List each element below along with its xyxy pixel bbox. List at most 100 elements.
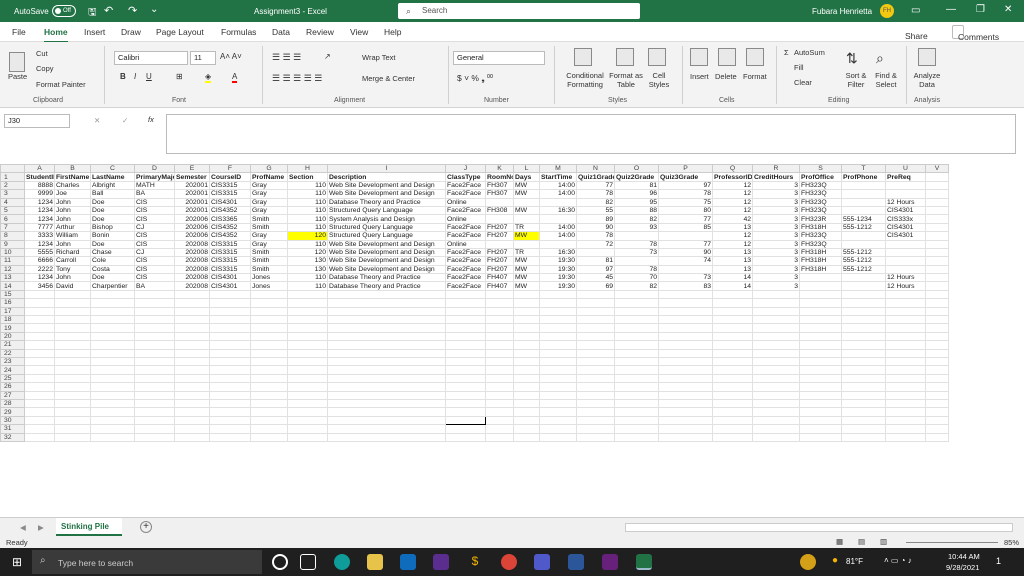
cell[interactable]	[614, 298, 659, 308]
cell[interactable]	[885, 415, 926, 426]
cell[interactable]	[287, 331, 328, 342]
cell[interactable]	[614, 331, 659, 342]
column-header[interactable]: G	[250, 164, 288, 174]
cell[interactable]	[614, 390, 659, 400]
cell[interactable]: 110	[287, 180, 328, 191]
cell[interactable]	[925, 415, 949, 426]
tab-file[interactable]: File	[12, 27, 26, 37]
cell[interactable]	[250, 356, 288, 367]
cell[interactable]	[658, 373, 713, 384]
cell[interactable]	[752, 398, 800, 409]
font-name-select[interactable]: Calibri	[114, 51, 188, 65]
cell[interactable]: 13	[712, 222, 753, 233]
cell[interactable]	[614, 306, 659, 317]
cell[interactable]	[841, 197, 886, 207]
cell[interactable]: 78	[576, 189, 615, 199]
taskbar-search-box[interactable]: ⌕ Type here to search	[32, 550, 262, 574]
cell[interactable]	[841, 281, 886, 291]
tab-data[interactable]: Data	[272, 27, 290, 37]
cell[interactable]: 8888	[24, 180, 55, 191]
row-header[interactable]: 15	[0, 289, 25, 300]
column-header[interactable]: D	[134, 164, 175, 174]
cell[interactable]	[485, 331, 514, 342]
cell[interactable]: John	[54, 205, 91, 216]
cell[interactable]	[134, 298, 175, 308]
cell[interactable]: CIS3315	[209, 189, 251, 199]
cell[interactable]	[925, 247, 949, 258]
row-header[interactable]: 32	[0, 432, 25, 442]
cell[interactable]: 13	[712, 256, 753, 266]
cell[interactable]: 3	[752, 197, 800, 207]
cell[interactable]	[209, 315, 251, 325]
cell[interactable]	[885, 340, 926, 350]
cell[interactable]	[513, 390, 540, 400]
cell[interactable]	[485, 365, 514, 375]
cell[interactable]: 3	[752, 264, 800, 275]
cell[interactable]: 120	[287, 231, 328, 241]
cell[interactable]	[485, 390, 514, 400]
cell[interactable]	[513, 331, 540, 342]
cell[interactable]: 12	[712, 180, 753, 191]
cell[interactable]	[539, 356, 577, 367]
cell[interactable]	[327, 340, 446, 350]
cell[interactable]	[250, 390, 288, 400]
cell[interactable]	[614, 415, 659, 426]
cell[interactable]	[658, 424, 713, 434]
cell[interactable]: 78	[576, 231, 615, 241]
cell[interactable]	[250, 432, 288, 442]
cell[interactable]: Face2Face	[445, 189, 486, 199]
cell[interactable]	[712, 331, 753, 342]
row-header[interactable]: 9	[0, 239, 25, 249]
cell[interactable]: CIS4352	[209, 222, 251, 233]
bold-button[interactable]: B	[120, 72, 126, 81]
cell[interactable]	[250, 306, 288, 317]
cell[interactable]	[134, 432, 175, 442]
row-header[interactable]: 17	[0, 306, 25, 317]
cell[interactable]	[885, 289, 926, 300]
cell[interactable]	[658, 323, 713, 333]
autosave-toggle[interactable]: Off	[52, 5, 76, 17]
save-icon[interactable]: 🖫	[88, 5, 97, 22]
cell[interactable]	[90, 415, 135, 426]
cell[interactable]	[54, 424, 91, 434]
cell[interactable]	[539, 432, 577, 442]
cell[interactable]: 78	[614, 239, 659, 249]
cell[interactable]	[925, 365, 949, 375]
cell[interactable]	[841, 315, 886, 325]
cell[interactable]	[445, 289, 486, 300]
cell[interactable]: Gray	[250, 189, 288, 199]
cell[interactable]	[576, 390, 615, 400]
cell[interactable]	[513, 323, 540, 333]
cell[interactable]: 70	[614, 273, 659, 283]
cell[interactable]	[614, 356, 659, 367]
cell[interactable]: 202006	[174, 222, 210, 233]
cell[interactable]	[614, 315, 659, 325]
cell[interactable]	[799, 365, 842, 375]
insert-cells-button[interactable]: Insert	[690, 72, 709, 81]
cell[interactable]: Web Site Development and Design	[327, 256, 446, 266]
cell[interactable]	[209, 298, 251, 308]
cell[interactable]	[885, 390, 926, 400]
cell[interactable]	[841, 205, 886, 216]
cell[interactable]: 14:00	[539, 189, 577, 199]
cell[interactable]: Quiz1Grade	[576, 172, 615, 182]
app-icon[interactable]: $	[467, 554, 483, 570]
cell[interactable]: Online	[445, 239, 486, 249]
cell[interactable]: 89	[576, 214, 615, 224]
cell[interactable]: 90	[576, 222, 615, 233]
cell[interactable]: 16:30	[539, 247, 577, 258]
cell[interactable]	[445, 432, 486, 442]
cell[interactable]	[712, 398, 753, 409]
cell[interactable]: FH207	[485, 256, 514, 266]
cell[interactable]	[925, 407, 949, 417]
cell[interactable]: 110	[287, 189, 328, 199]
cell[interactable]	[885, 323, 926, 333]
cell[interactable]: 14:00	[539, 180, 577, 191]
cell[interactable]	[54, 390, 91, 400]
cell[interactable]	[174, 373, 210, 384]
cell[interactable]: John	[54, 197, 91, 207]
cell[interactable]	[287, 356, 328, 367]
cell[interactable]: CJ	[134, 222, 175, 233]
cell[interactable]: FH207	[485, 231, 514, 241]
cell[interactable]	[576, 306, 615, 317]
